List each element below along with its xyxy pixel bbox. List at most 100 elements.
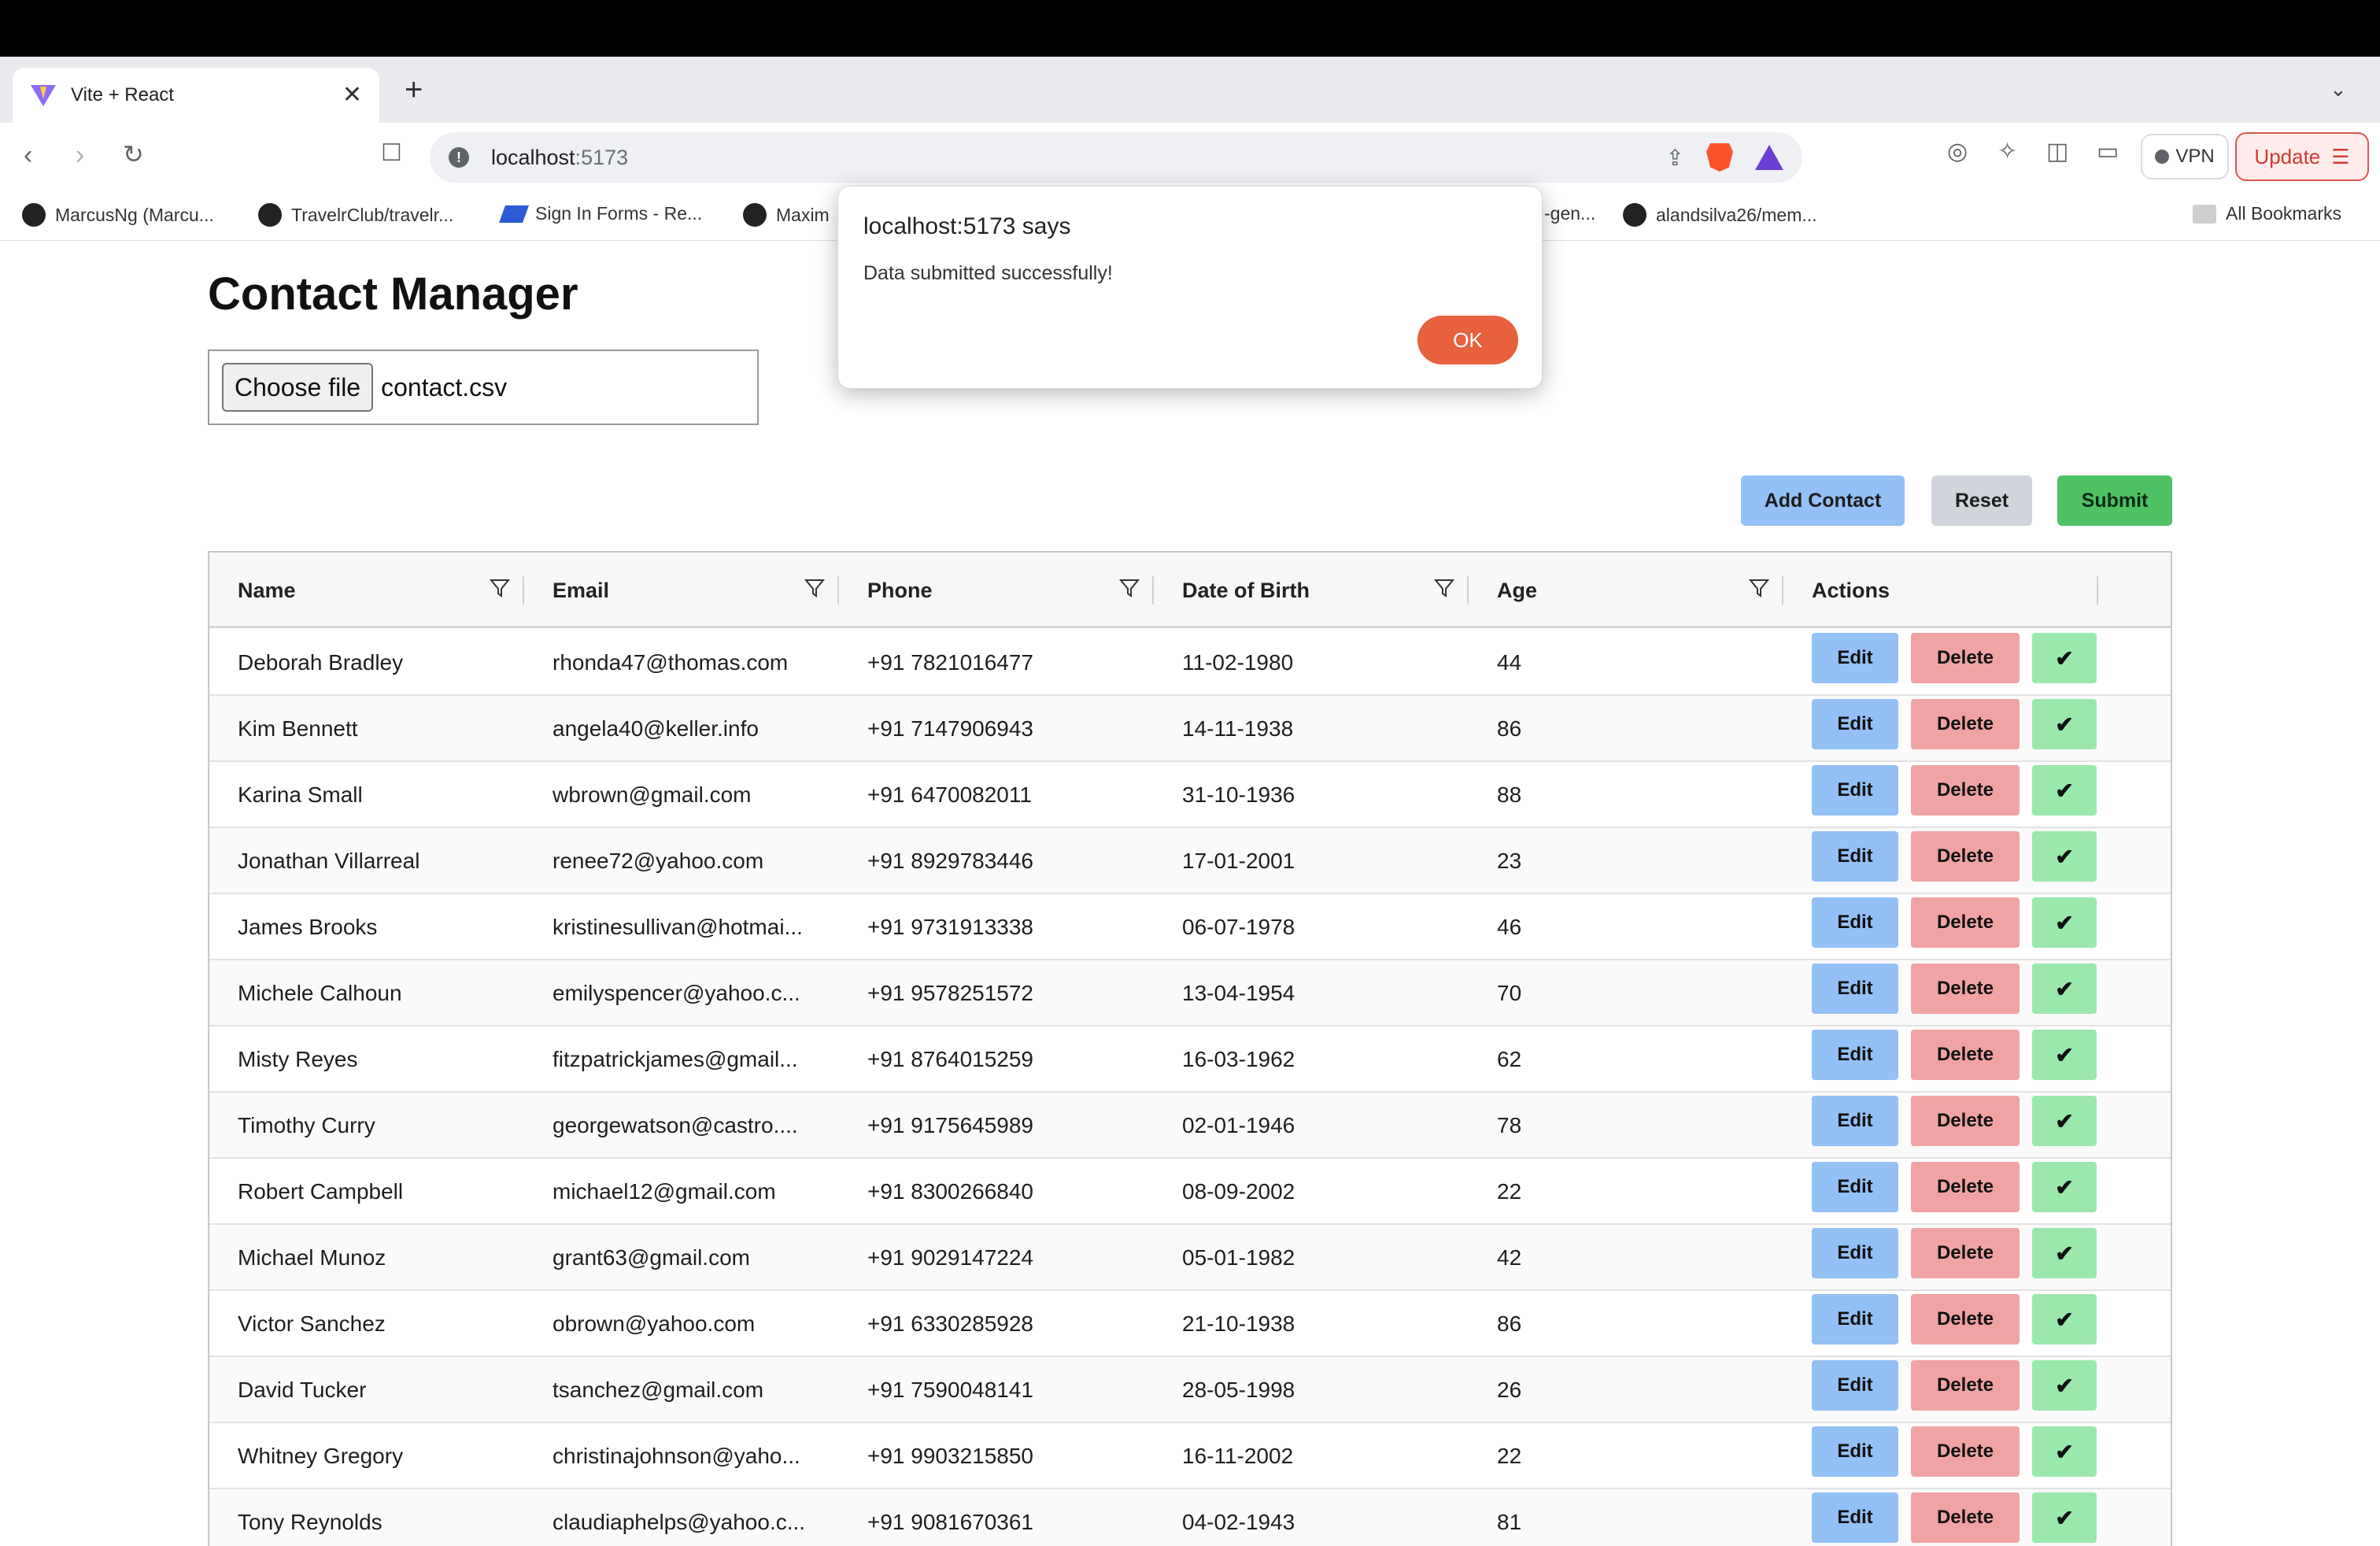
filter-icon[interactable] bbox=[1749, 578, 1769, 598]
reset-button[interactable]: Reset bbox=[1931, 475, 2032, 526]
table-row[interactable]: Karina Small wbrown@gmail.com +91 64700820… bbox=[209, 762, 2171, 828]
table-row[interactable]: Jonathan Villarreal renee72@yahoo.com +91 … bbox=[209, 828, 2171, 894]
delete-button[interactable]: Delete bbox=[1911, 831, 2020, 882]
column-separator[interactable] bbox=[1467, 576, 1469, 605]
confirm-button[interactable]: ✔ bbox=[2032, 1426, 2097, 1477]
wallet-icon[interactable]: ▭ bbox=[2097, 140, 2119, 164]
table-row[interactable]: Michael Munoz grant63@gmail.com +91 902914… bbox=[209, 1225, 2171, 1291]
bookmark-item[interactable]: Maxim bbox=[743, 203, 830, 227]
table-row[interactable]: Timothy Curry georgewatson@castro.... +91 … bbox=[209, 1093, 2171, 1159]
confirm-button[interactable]: ✔ bbox=[2032, 1360, 2097, 1411]
edit-button[interactable]: Edit bbox=[1812, 831, 1898, 882]
table-row[interactable]: James Brooks kristinesullivan@hotmai... +9… bbox=[209, 894, 2171, 960]
table-row[interactable]: Misty Reyes fitzpatrickjames@gmail... +91 … bbox=[209, 1026, 2171, 1093]
column-header-dob[interactable]: Date of Birth bbox=[1182, 553, 1481, 628]
confirm-button[interactable]: ✔ bbox=[2032, 963, 2097, 1014]
edit-button[interactable]: Edit bbox=[1812, 1030, 1898, 1080]
table-row[interactable]: Whitney Gregory christinajohnson@yaho... +… bbox=[209, 1423, 2171, 1489]
table-row[interactable]: Tony Reynolds claudiaphelps@yahoo.c... +91… bbox=[209, 1489, 2171, 1546]
address-bar[interactable]: ! localhost:5173 ⇪ bbox=[430, 132, 1802, 183]
delete-button[interactable]: Delete bbox=[1911, 1162, 2020, 1212]
vpn-button[interactable]: VPN bbox=[2141, 134, 2229, 179]
edit-button[interactable]: Edit bbox=[1812, 699, 1898, 749]
delete-button[interactable]: Delete bbox=[1911, 1096, 2020, 1146]
edit-button[interactable]: Edit bbox=[1812, 1294, 1898, 1344]
extension-1-icon[interactable]: ◎ bbox=[1947, 140, 1968, 164]
bookmark-item[interactable]: Sign In Forms - Re... bbox=[498, 203, 702, 224]
confirm-button[interactable]: ✔ bbox=[2032, 831, 2097, 882]
delete-button[interactable]: Delete bbox=[1911, 1228, 2020, 1278]
edit-button[interactable]: Edit bbox=[1812, 1360, 1898, 1411]
confirm-button[interactable]: ✔ bbox=[2032, 1030, 2097, 1080]
column-separator[interactable] bbox=[1782, 576, 1783, 605]
reload-icon[interactable]: ↻ bbox=[123, 142, 144, 167]
table-row[interactable]: David Tucker tsanchez@gmail.com +91 759004… bbox=[209, 1357, 2171, 1423]
filter-icon[interactable] bbox=[1434, 578, 1454, 598]
table-row[interactable]: Robert Campbell michael12@gmail.com +91 83… bbox=[209, 1159, 2171, 1225]
filter-icon[interactable] bbox=[490, 578, 510, 598]
confirm-button[interactable]: ✔ bbox=[2032, 633, 2097, 683]
delete-button[interactable]: Delete bbox=[1911, 765, 2020, 816]
column-header-email[interactable]: Email bbox=[552, 553, 852, 628]
brave-rewards-icon[interactable] bbox=[1755, 145, 1783, 170]
confirm-button[interactable]: ✔ bbox=[2032, 1492, 2097, 1543]
edit-button[interactable]: Edit bbox=[1812, 765, 1898, 816]
bookmark-icon[interactable]: ☐ bbox=[381, 142, 402, 165]
table-row[interactable]: Michele Calhoun emilyspencer@yahoo.c... +9… bbox=[209, 960, 2171, 1026]
column-header-name[interactable]: Name bbox=[238, 553, 537, 628]
update-button[interactable]: Update ☰ bbox=[2235, 132, 2369, 181]
file-input[interactable]: Choose file contact.csv bbox=[208, 350, 759, 425]
delete-button[interactable]: Delete bbox=[1911, 1492, 2020, 1543]
tab-vite-react[interactable]: Vite + React ✕ bbox=[13, 68, 379, 123]
all-bookmarks[interactable]: All Bookmarks bbox=[2193, 203, 2341, 224]
column-header-phone[interactable]: Phone bbox=[867, 553, 1166, 628]
add-contact-button[interactable]: Add Contact bbox=[1741, 475, 1905, 526]
table-row[interactable]: Kim Bennett angela40@keller.info +91 71479… bbox=[209, 696, 2171, 762]
delete-button[interactable]: Delete bbox=[1911, 1030, 2020, 1080]
edit-button[interactable]: Edit bbox=[1812, 963, 1898, 1014]
bookmark-item[interactable]: alandsilva26/mem... bbox=[1623, 203, 1817, 227]
tab-search-chevron-icon[interactable]: ⌄ bbox=[2330, 77, 2347, 102]
delete-button[interactable]: Delete bbox=[1911, 1360, 2020, 1411]
confirm-button[interactable]: ✔ bbox=[2032, 699, 2097, 749]
confirm-button[interactable]: ✔ bbox=[2032, 1228, 2097, 1278]
extensions-icon[interactable]: ✧ bbox=[1998, 140, 2017, 164]
share-icon[interactable]: ⇪ bbox=[1666, 145, 1684, 171]
delete-button[interactable]: Delete bbox=[1911, 633, 2020, 683]
filter-icon[interactable] bbox=[1119, 578, 1140, 598]
column-separator[interactable] bbox=[2097, 576, 2098, 605]
filter-icon[interactable] bbox=[804, 578, 825, 598]
bookmark-item[interactable]: TravelrClub/travelr... bbox=[258, 203, 453, 227]
confirm-button[interactable]: ✔ bbox=[2032, 1096, 2097, 1146]
table-row[interactable]: Victor Sanchez obrown@yahoo.com +91 633028… bbox=[209, 1291, 2171, 1357]
delete-button[interactable]: Delete bbox=[1911, 699, 2020, 749]
sidebar-icon[interactable]: ◫ bbox=[2046, 140, 2068, 164]
table-row[interactable]: Deborah Bradley rhonda47@thomas.com +91 78… bbox=[209, 630, 2171, 696]
back-icon[interactable]: ‹ bbox=[24, 142, 32, 168]
tab-close-icon[interactable]: ✕ bbox=[342, 83, 362, 107]
column-header-age[interactable]: Age bbox=[1497, 553, 1796, 628]
submit-button[interactable]: Submit bbox=[2057, 475, 2172, 526]
delete-button[interactable]: Delete bbox=[1911, 897, 2020, 948]
confirm-button[interactable]: ✔ bbox=[2032, 897, 2097, 948]
dialog-ok-button[interactable]: OK bbox=[1417, 316, 1518, 364]
edit-button[interactable]: Edit bbox=[1812, 633, 1898, 683]
confirm-button[interactable]: ✔ bbox=[2032, 765, 2097, 816]
confirm-button[interactable]: ✔ bbox=[2032, 1294, 2097, 1344]
edit-button[interactable]: Edit bbox=[1812, 1426, 1898, 1477]
column-separator[interactable] bbox=[1152, 576, 1154, 605]
forward-icon[interactable]: › bbox=[76, 142, 84, 168]
delete-button[interactable]: Delete bbox=[1911, 963, 2020, 1014]
choose-file-button[interactable]: Choose file bbox=[222, 363, 374, 412]
column-separator[interactable] bbox=[837, 576, 839, 605]
edit-button[interactable]: Edit bbox=[1812, 897, 1898, 948]
site-info-icon[interactable]: ! bbox=[449, 147, 469, 168]
edit-button[interactable]: Edit bbox=[1812, 1492, 1898, 1543]
brave-shields-icon[interactable] bbox=[1706, 143, 1733, 172]
delete-button[interactable]: Delete bbox=[1911, 1426, 2020, 1477]
new-tab-icon[interactable]: + bbox=[405, 74, 423, 105]
edit-button[interactable]: Edit bbox=[1812, 1096, 1898, 1146]
delete-button[interactable]: Delete bbox=[1911, 1294, 2020, 1344]
bookmark-item[interactable]: -gen... bbox=[1544, 203, 1595, 224]
bookmark-item[interactable]: MarcusNg (Marcu... bbox=[22, 203, 214, 227]
